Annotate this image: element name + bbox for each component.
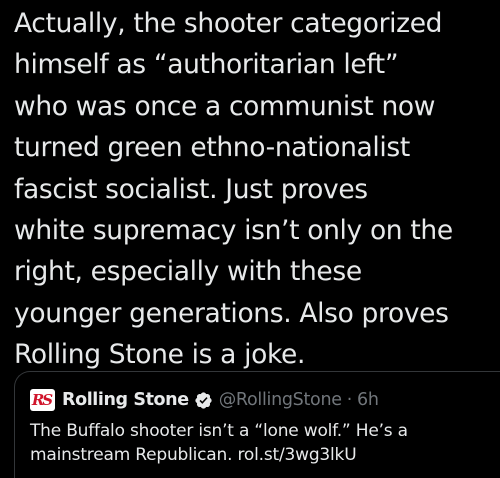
meta-separator: ·: [346, 390, 353, 410]
tweet-text: Actually, the shooter categorized himsel…: [14, 8, 453, 371]
quoted-tweet-header: RS Rolling Stone @RollingStone · 6h: [30, 388, 379, 412]
quoted-tweet-text: The Buffalo shooter isn’t a “lone wolf.”…: [30, 421, 408, 465]
logo-text: RS: [31, 391, 53, 409]
tweet-timestamp[interactable]: 6h: [357, 390, 379, 410]
rolling-stone-logo-avatar[interactable]: RS: [30, 389, 55, 411]
quoted-tweet-card[interactable]: RS Rolling Stone @RollingStone · 6h The Bu…: [14, 371, 500, 478]
verified-badge-icon: [194, 391, 213, 410]
author-name[interactable]: Rolling Stone: [62, 390, 189, 410]
tweet-meta: @RollingStone · 6h: [219, 390, 379, 410]
author-handle[interactable]: @RollingStone: [219, 390, 342, 410]
